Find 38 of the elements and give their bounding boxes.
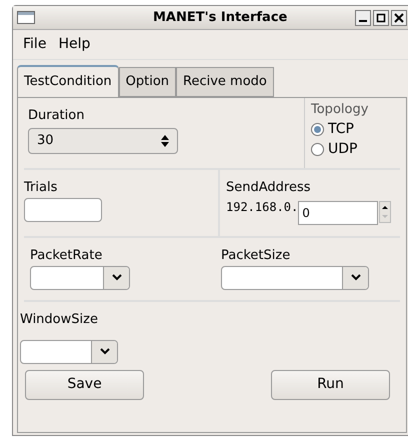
window-title: MANET's Interface xyxy=(153,8,288,27)
radio-button[interactable] xyxy=(311,143,324,156)
close-icon xyxy=(394,12,404,22)
field-label: WindowSize xyxy=(20,311,99,329)
maximize-icon xyxy=(376,12,386,22)
dropdown[interactable] xyxy=(30,266,130,290)
dropdown[interactable] xyxy=(20,340,118,364)
minimize-button[interactable] xyxy=(355,10,371,26)
dropdown[interactable] xyxy=(221,266,369,290)
push-button[interactable]: Save xyxy=(25,370,144,400)
field-label: Duration xyxy=(28,107,86,125)
spin-box[interactable]: 0 xyxy=(298,200,378,224)
field-label: PacketSize xyxy=(221,247,292,265)
field-label: SendAddress xyxy=(226,179,312,197)
tab[interactable]: Recive modo xyxy=(176,67,274,97)
field-label: Trials xyxy=(24,179,58,197)
close-button[interactable] xyxy=(391,10,407,26)
spin-box[interactable]: 30 xyxy=(28,128,178,154)
input-field[interactable] xyxy=(24,198,102,222)
minimize-icon xyxy=(359,20,367,22)
menu-item[interactable]: File xyxy=(23,34,46,55)
menu-item[interactable]: Help xyxy=(58,34,90,55)
chevron-down-icon xyxy=(100,348,110,355)
radio-label: UDP xyxy=(328,140,358,159)
spin-arrows-icon xyxy=(161,134,169,146)
field-label: PacketRate xyxy=(30,247,104,265)
spin-arrows-icon xyxy=(379,200,392,222)
group-label: Topology xyxy=(311,101,370,119)
tab[interactable]: Option xyxy=(118,67,176,97)
chevron-down-icon xyxy=(350,274,360,281)
radio-button[interactable] xyxy=(311,123,324,136)
push-button[interactable]: Run xyxy=(271,370,390,400)
radio-label: TCP xyxy=(328,120,354,139)
window-icon xyxy=(17,11,35,24)
maximize-button[interactable] xyxy=(373,10,389,26)
tab[interactable]: TestCondition xyxy=(17,65,119,97)
chevron-down-icon xyxy=(112,274,122,281)
address-prefix: 192.168.0. xyxy=(226,198,298,216)
